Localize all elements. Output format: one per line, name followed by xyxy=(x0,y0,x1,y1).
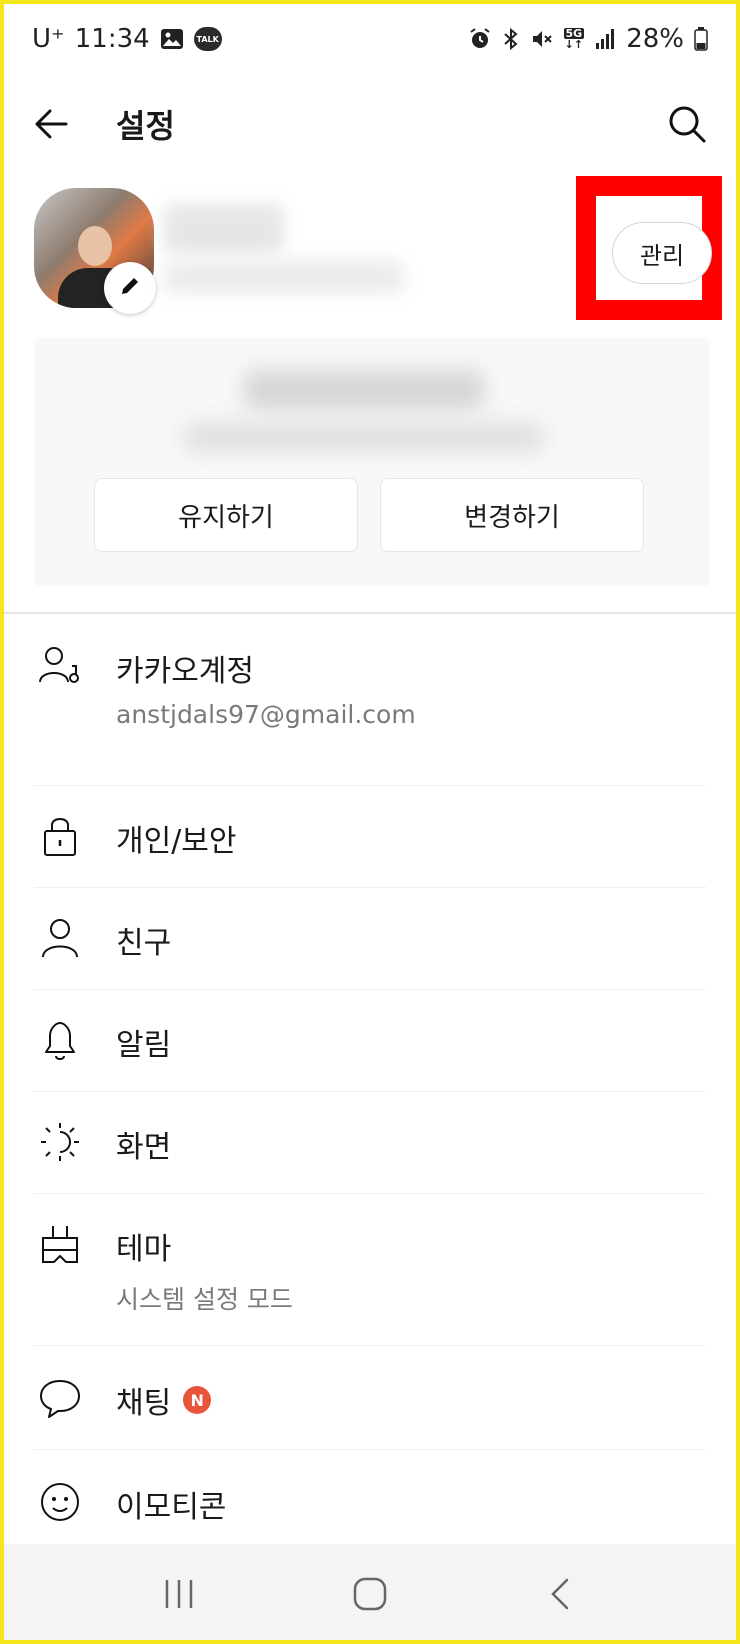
section-divider xyxy=(4,612,736,614)
image-icon xyxy=(160,28,184,50)
menu-item-friends[interactable]: 친구 xyxy=(34,888,706,990)
recent-apps-icon[interactable] xyxy=(161,1576,197,1612)
emoticon-icon xyxy=(38,1480,82,1524)
clock: 11:34 xyxy=(74,24,150,54)
kakaotalk-icon: TALK xyxy=(193,27,222,51)
menu-item-emoticon[interactable]: 이모티콘 xyxy=(34,1450,706,1554)
menu-item-notifications[interactable]: 알림 xyxy=(34,990,706,1092)
manage-button[interactable]: 관리 xyxy=(612,222,712,284)
suggestion-text-blurred xyxy=(184,422,544,452)
edit-profile-button[interactable] xyxy=(104,262,156,314)
settings-menu: 카카오계정 anstjdals97@gmail.com 개인/보안 친구 알림 xyxy=(4,616,736,1554)
keep-button[interactable]: 유지하기 xyxy=(94,478,358,552)
profile-status-blurred xyxy=(164,260,404,294)
system-nav-bar xyxy=(4,1544,736,1640)
lock-icon xyxy=(38,814,82,858)
mute-icon xyxy=(530,27,554,51)
data-arrows: ↓↑ xyxy=(564,38,584,51)
menu-item-label: 테마 xyxy=(116,1232,172,1267)
pencil-icon xyxy=(118,274,142,302)
theme-mode: 시스템 설정 모드 xyxy=(116,1285,293,1314)
menu-item-label: 친구 xyxy=(116,926,172,961)
menu-item-kakao-account[interactable]: 카카오계정 anstjdals97@gmail.com xyxy=(34,616,706,786)
highlight-box: 관리 xyxy=(576,176,722,320)
display-icon xyxy=(38,1120,82,1164)
status-bar: U⁺ 11:34 TALK 5G ↓↑ 28% xyxy=(4,4,736,74)
signal-icon xyxy=(594,28,616,50)
menu-item-label: 채팅 xyxy=(116,1386,172,1421)
home-icon[interactable] xyxy=(351,1575,389,1613)
menu-item-theme[interactable]: 테마 시스템 설정 모드 xyxy=(34,1194,706,1346)
theme-icon xyxy=(38,1222,82,1266)
chat-icon xyxy=(38,1376,82,1420)
menu-item-label: 화면 xyxy=(116,1130,172,1165)
menu-item-label: 카카오계정 xyxy=(116,654,254,689)
page-title: 설정 xyxy=(116,107,175,145)
menu-item-chatting-label: 채팅 N xyxy=(116,1378,212,1422)
account-email: anstjdals97@gmail.com xyxy=(116,700,416,729)
profile-name-blurred xyxy=(164,204,284,254)
new-badge: N xyxy=(183,1386,212,1414)
5g-icon: 5G ↓↑ xyxy=(563,27,585,51)
menu-item-label: 개인/보안 xyxy=(116,824,237,859)
menu-item-privacy[interactable]: 개인/보안 xyxy=(34,786,706,888)
battery-icon xyxy=(694,27,708,51)
battery-percent: 28% xyxy=(626,24,684,54)
person-icon xyxy=(38,916,82,960)
menu-item-chatting[interactable]: 채팅 N xyxy=(34,1346,706,1450)
screen: U⁺ 11:34 TALK 5G ↓↑ 28% 설정 관리 유지하기 변경하기 … xyxy=(0,0,740,1644)
suggestion-title-blurred xyxy=(244,370,484,410)
bluetooth-icon xyxy=(502,27,520,51)
carrier-label: U⁺ xyxy=(32,24,65,54)
account-icon xyxy=(38,644,82,688)
profile-section: 관리 xyxy=(4,176,736,324)
bell-icon xyxy=(38,1018,82,1062)
app-header: 설정 xyxy=(4,74,736,174)
back-arrow-icon[interactable] xyxy=(32,104,72,144)
alarm-icon xyxy=(468,27,492,51)
change-button[interactable]: 변경하기 xyxy=(380,478,644,552)
suggestion-card: 유지하기 변경하기 xyxy=(34,338,710,586)
search-icon[interactable] xyxy=(666,103,708,145)
menu-item-display[interactable]: 화면 xyxy=(34,1092,706,1194)
back-nav-icon[interactable] xyxy=(543,1576,579,1612)
menu-item-label: 이모티콘 xyxy=(116,1490,227,1525)
menu-item-label: 알림 xyxy=(116,1028,172,1063)
